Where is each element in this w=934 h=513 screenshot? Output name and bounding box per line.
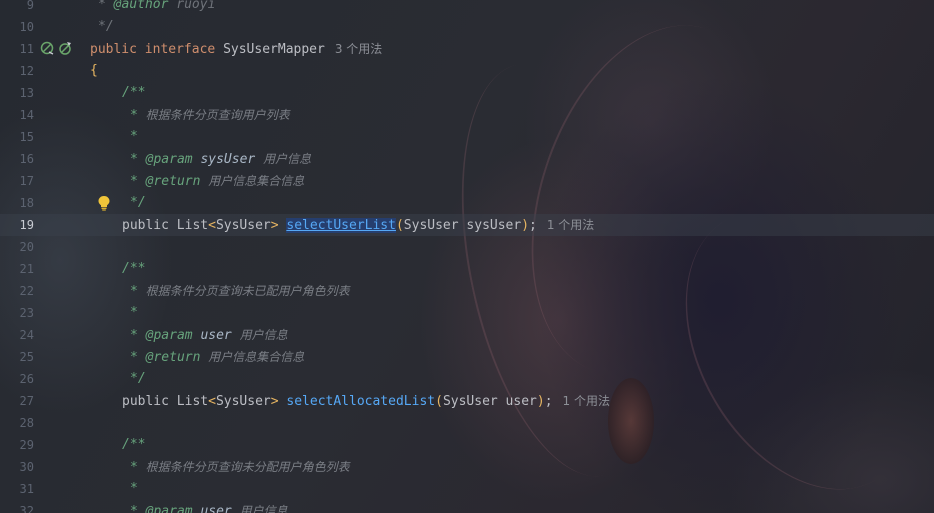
line-number: 11: [19, 42, 34, 56]
code-line[interactable]: 25 * @return 用户信息集合信息: [0, 346, 934, 368]
code-line[interactable]: 30 * 根据条件分页查询未分配用户角色列表: [0, 456, 934, 478]
code-line[interactable]: 12 {: [0, 60, 934, 82]
code-line[interactable]: 10 */: [0, 16, 934, 38]
mybatis-bird-icon[interactable]: [58, 41, 72, 55]
code-line[interactable]: 31 *: [0, 478, 934, 500]
code-line[interactable]: 32 * @param user 用户信息: [0, 500, 934, 513]
lightbulb-icon[interactable]: [97, 195, 111, 211]
line-number: 23: [19, 306, 34, 320]
line-number: 10: [19, 20, 34, 34]
code-editor[interactable]: 9 * @author ruoyi 10 */ 11 public interf…: [0, 0, 934, 513]
code-line[interactable]: 17 * @return 用户信息集合信息: [0, 170, 934, 192]
code-line[interactable]: 16 * @param sysUser 用户信息: [0, 148, 934, 170]
code-line[interactable]: 24 * @param user 用户信息: [0, 324, 934, 346]
line-number: 31: [19, 482, 34, 496]
line-number: 9: [26, 0, 34, 12]
line-number: 13: [19, 86, 34, 100]
line-number: 29: [19, 438, 34, 452]
line-number: 21: [19, 262, 34, 276]
code-line[interactable]: 9 * @author ruoyi: [0, 0, 934, 16]
line-number: 28: [19, 416, 34, 430]
code-line[interactable]: 22 * 根据条件分页查询未已配用户角色列表: [0, 280, 934, 302]
line-number: 12: [19, 64, 34, 78]
code-line[interactable]: 27 public List<SysUser> selectAllocatedL…: [0, 390, 934, 412]
code-line[interactable]: 26 */: [0, 368, 934, 390]
line-number: 20: [19, 240, 34, 254]
code-line[interactable]: 20: [0, 236, 934, 258]
line-number: 26: [19, 372, 34, 386]
line-number: 15: [19, 130, 34, 144]
method-selectAllocatedList[interactable]: selectAllocatedList: [286, 394, 435, 409]
code-line[interactable]: 13 /**: [0, 82, 934, 104]
line-number: 27: [19, 394, 34, 408]
code-line-current[interactable]: 19 public List<SysUser> selectUserList(S…: [0, 214, 934, 236]
code-line[interactable]: 28: [0, 412, 934, 434]
line-number: 30: [19, 460, 34, 474]
code-line[interactable]: 14 * 根据条件分页查询用户列表: [0, 104, 934, 126]
usages-hint[interactable]: 1 个用法: [563, 394, 610, 408]
code-line[interactable]: 21 /**: [0, 258, 934, 280]
code-line[interactable]: 23 *: [0, 302, 934, 324]
line-number: 16: [19, 152, 34, 166]
implemented-mapper-icon[interactable]: [40, 41, 54, 55]
code-line[interactable]: 11 public interface SysUserMapper 3 个用法: [0, 38, 934, 60]
line-number: 14: [19, 108, 34, 122]
line-number: 18: [19, 196, 34, 210]
line-number: 19: [19, 218, 34, 232]
usages-hint[interactable]: 1 个用法: [547, 218, 594, 232]
code-line[interactable]: 29 /**: [0, 434, 934, 456]
method-selectUserList[interactable]: selectUserList: [286, 218, 396, 233]
code-line[interactable]: 15 *: [0, 126, 934, 148]
line-number: 24: [19, 328, 34, 342]
line-number: 17: [19, 174, 34, 188]
line-number: 32: [19, 504, 34, 513]
usages-hint[interactable]: 3 个用法: [335, 42, 382, 56]
line-number: 25: [19, 350, 34, 364]
line-number: 22: [19, 284, 34, 298]
code-line[interactable]: 18 */: [0, 192, 934, 214]
